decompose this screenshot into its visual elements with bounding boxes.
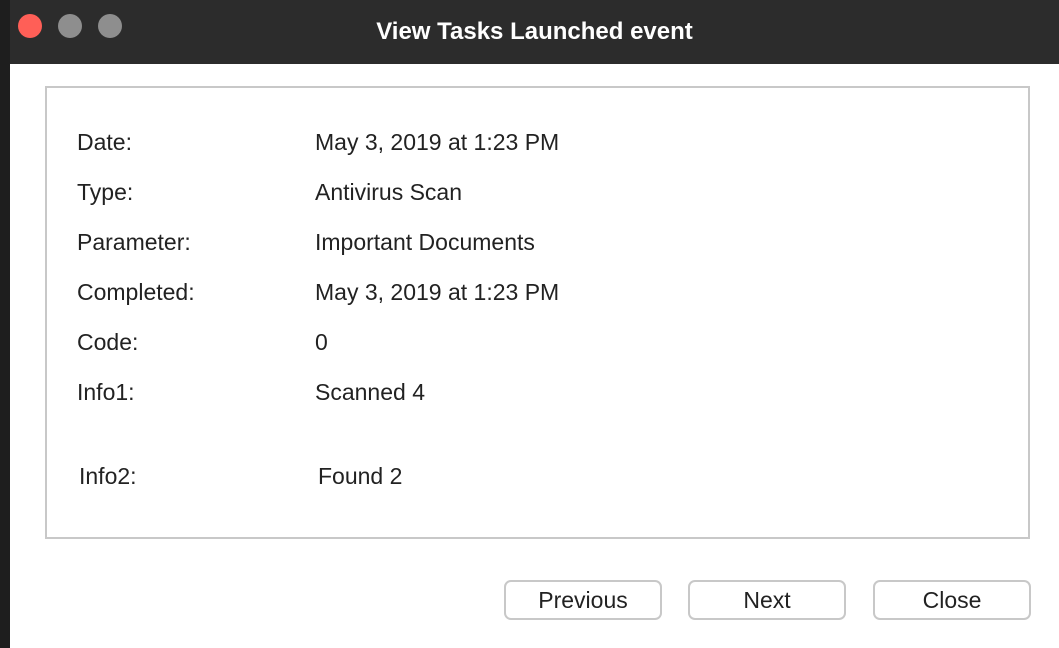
title-bar: View Tasks Launched event <box>10 0 1059 64</box>
date-value: May 3, 2019 at 1:23 PM <box>315 129 560 155</box>
event-details-panel: Date: May 3, 2019 at 1:23 PM Type: Antiv… <box>45 86 1030 539</box>
dialog-window: View Tasks Launched event Date: May 3, 2… <box>0 0 1059 648</box>
type-value: Antivirus Scan <box>315 179 463 205</box>
code-label: Code: <box>77 329 139 355</box>
date-label: Date: <box>77 129 132 155</box>
window-title: View Tasks Launched event <box>376 18 693 45</box>
type-label: Type: <box>77 179 134 205</box>
previous-button[interactable]: Previous <box>504 580 662 620</box>
info2-value: Found 2 <box>318 463 403 489</box>
completed-value: May 3, 2019 at 1:23 PM <box>315 279 560 305</box>
close-button[interactable]: Close <box>873 580 1031 620</box>
window-edge <box>0 0 10 648</box>
parameter-label: Parameter: <box>77 229 191 255</box>
info1-label: Info1: <box>77 379 135 405</box>
info1-value: Scanned 4 <box>315 379 425 405</box>
next-button[interactable]: Next <box>688 580 846 620</box>
completed-label: Completed: <box>77 279 195 305</box>
code-value: 0 <box>315 329 328 355</box>
info2-label: Info2: <box>79 463 137 489</box>
parameter-value: Important Documents <box>315 229 535 255</box>
